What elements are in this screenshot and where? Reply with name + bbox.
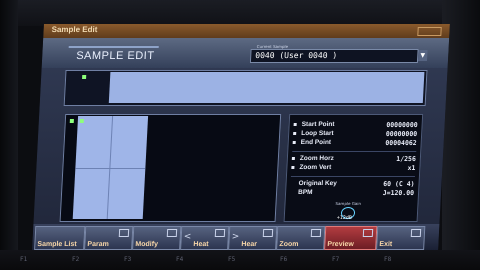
param-value: J=120.00 (382, 189, 415, 197)
mode-title: SAMPLE EDIT (75, 50, 155, 62)
bullet-icon (291, 157, 295, 160)
modify-icon (166, 229, 178, 237)
param-start-point[interactable]: Start Point 00000000 (289, 121, 421, 130)
fkey-label: F3 (124, 256, 132, 263)
fkey-label: F4 (176, 256, 184, 263)
start-marker-icon[interactable] (82, 75, 87, 79)
param-label: BPM (297, 189, 313, 196)
fkey-label: F1 (20, 256, 28, 263)
param-label: Start Point (301, 121, 335, 128)
bullet-icon (293, 132, 297, 135)
exit-button[interactable]: Exit (376, 226, 426, 250)
sample-list-button[interactable]: Sample List (34, 226, 86, 250)
button-label: Param (87, 241, 109, 248)
fkey-label: F5 (228, 256, 236, 263)
param-bpm[interactable]: BPM J=120.00 (286, 189, 418, 198)
button-label: Exit (379, 241, 393, 248)
bullet-icon (291, 166, 295, 169)
modify-button[interactable]: Modify (132, 226, 182, 250)
overview-selection-region (108, 72, 425, 103)
param-loop-start[interactable]: Loop Start 00000000 (289, 130, 421, 139)
exit-icon (410, 229, 422, 237)
param-value: 00000000 (386, 121, 418, 129)
sample-gain-value: +12dB (336, 215, 352, 221)
button-label: Sample List (37, 241, 77, 248)
param-original-key[interactable]: Original Key 60 (C 4) (286, 180, 418, 189)
bullet-icon (293, 123, 297, 126)
divider (292, 151, 417, 152)
param-label: Loop Start (301, 130, 334, 137)
param-zoom-vert[interactable]: Zoom Vert x1 (287, 164, 419, 173)
zoom-waveform[interactable] (59, 114, 282, 222)
window-title: Sample Edit (51, 25, 98, 34)
fkey-label: F8 (384, 256, 392, 263)
window-control-icon[interactable] (417, 27, 442, 36)
param-value: 1/256 (396, 155, 417, 163)
button-label: Heat (193, 241, 209, 248)
overview-waveform[interactable] (63, 70, 428, 106)
heat-icon (214, 229, 226, 237)
device-bezel-top (0, 0, 480, 26)
button-label: Modify (135, 241, 159, 248)
function-key-row: F1 F2 F3 F4 F5 F6 F7 F8 (20, 254, 440, 268)
divider (290, 176, 415, 177)
hear-icon (262, 229, 274, 237)
param-icon (118, 229, 130, 237)
param-value: 00004062 (385, 139, 417, 147)
device-bezel-left (0, 0, 18, 270)
loop-marker-icon[interactable] (79, 119, 84, 123)
button-label: Preview (327, 241, 355, 248)
arrow-right-icon: > (231, 232, 240, 242)
param-end-point[interactable]: End Point 00004062 (288, 139, 420, 148)
param-label: Zoom Horz (299, 155, 335, 162)
current-sample-value: 0040 (User 0040 ) (255, 51, 338, 60)
function-bar: Sample List Param Modify < Heat > Hear Z… (32, 224, 440, 250)
chevron-down-icon[interactable]: ▼ (417, 50, 428, 61)
param-zoom-horz[interactable]: Zoom Horz 1/256 (288, 155, 420, 164)
start-marker-icon[interactable] (69, 119, 74, 123)
param-label: Original Key (298, 180, 338, 187)
current-sample-field[interactable]: 0040 (User 0040 ) (249, 49, 419, 63)
param-value: 60 (C 4) (383, 180, 415, 188)
zoom-button[interactable]: Zoom (276, 226, 326, 250)
sample-gain-label: Sample Gain (335, 201, 362, 206)
param-value: x1 (407, 164, 416, 172)
fkey-label: F6 (280, 256, 288, 263)
param-button[interactable]: Param (84, 226, 134, 250)
button-label: Zoom (279, 241, 299, 248)
param-label: End Point (300, 139, 332, 146)
lcd-screen: Sample Edit SAMPLE EDIT Current Sample 0… (32, 24, 450, 250)
hear-button[interactable]: > Hear (228, 226, 278, 250)
parameter-panel: Start Point 00000000 Loop Start 00000000… (283, 114, 424, 222)
fkey-label: F2 (72, 256, 80, 263)
arrow-left-icon: < (183, 232, 192, 242)
window-titlebar: Sample Edit (43, 24, 450, 38)
edit-header: SAMPLE EDIT Current Sample 0040 (User 00… (41, 38, 450, 68)
heat-button[interactable]: < Heat (180, 226, 230, 250)
param-label: Zoom Vert (299, 164, 332, 171)
preview-button[interactable]: Preview (324, 226, 378, 250)
zoom-icon (310, 229, 322, 237)
button-label: Hear (241, 241, 258, 248)
param-value: 00000000 (385, 130, 418, 138)
fkey-label: F7 (332, 256, 340, 263)
bullet-icon (292, 141, 296, 144)
preview-icon (362, 229, 374, 237)
